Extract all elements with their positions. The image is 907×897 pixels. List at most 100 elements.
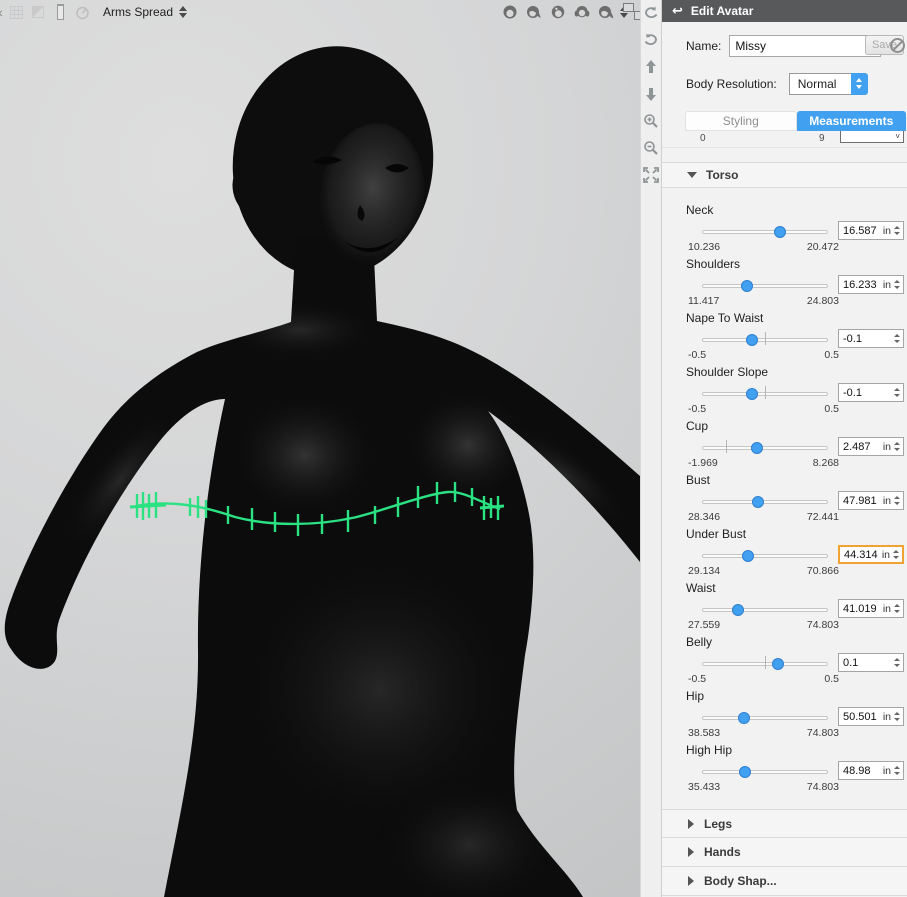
slider-track[interactable]	[702, 603, 828, 616]
clipped-dropdown[interactable]: ˅	[840, 131, 904, 143]
slider-thumb[interactable]	[739, 766, 751, 778]
slider-max-label: 0.5	[824, 403, 839, 415]
slider-label: Nape To Waist	[686, 311, 763, 325]
spinbox-unit: in	[883, 711, 891, 723]
slider-track[interactable]	[702, 711, 828, 724]
section-header-torso[interactable]: Torso	[662, 162, 907, 188]
spinbox-stepper-icon[interactable]	[894, 496, 900, 505]
pose-selector[interactable]: Arms Spread	[103, 5, 187, 19]
slider-max-label: 72.441	[807, 511, 839, 523]
value-spinbox[interactable]: 44.314 in	[838, 545, 904, 564]
gauge-icon[interactable]	[71, 1, 93, 23]
grid-icon[interactable]	[5, 1, 27, 23]
avatar-style-4-icon[interactable]	[570, 1, 594, 23]
slider-max-label: 0.5	[824, 349, 839, 361]
value-spinbox[interactable]: 50.501 in	[838, 707, 904, 726]
pan-up-icon[interactable]	[642, 58, 660, 76]
avatar-style-3-icon[interactable]	[546, 1, 570, 23]
slider-thumb[interactable]	[751, 442, 763, 454]
value-spinbox[interactable]: 16.587 in	[838, 221, 904, 240]
slider-track[interactable]	[702, 657, 828, 670]
avatar-selector-icon[interactable]	[594, 1, 618, 23]
spinbox-stepper-icon[interactable]	[894, 712, 900, 721]
ruler-icon[interactable]	[49, 1, 71, 23]
body-resolution-select[interactable]: Normal	[789, 73, 868, 95]
slider-thumb[interactable]	[732, 604, 744, 616]
spinbox-unit: in	[883, 765, 891, 777]
value-spinbox[interactable]: -0.1	[838, 329, 904, 348]
section-header-legs[interactable]: Legs	[662, 809, 907, 838]
pan-down-icon[interactable]	[642, 85, 660, 103]
cascade-windows-icon[interactable]	[630, 3, 640, 21]
3d-viewport[interactable]: « Arms Spread	[0, 0, 640, 897]
orbit-forward-icon[interactable]	[642, 31, 660, 49]
slider-track[interactable]	[702, 765, 828, 778]
pose-stepper-icon[interactable]	[179, 6, 187, 18]
slider-thumb[interactable]	[742, 550, 754, 562]
slider-track[interactable]	[702, 387, 828, 400]
spinbox-value: -0.1	[839, 333, 891, 345]
measurement-slider: Shoulders 11.417 24.803 16.233 in	[662, 255, 907, 309]
spinbox-stepper-icon[interactable]	[894, 766, 900, 775]
section-label: Body Shap...	[704, 874, 777, 888]
slider-track[interactable]	[702, 333, 828, 346]
name-input[interactable]	[729, 35, 881, 57]
spinbox-stepper-icon[interactable]	[894, 442, 900, 451]
spinbox-stepper-icon[interactable]	[894, 226, 900, 235]
slider-thumb[interactable]	[772, 658, 784, 670]
slider-thumb[interactable]	[746, 388, 758, 400]
value-spinbox[interactable]: -0.1	[838, 383, 904, 402]
section-header-bodyshap[interactable]: Body Shap...	[662, 867, 907, 896]
name-row: Name: Save	[686, 34, 903, 57]
viewport-toolbar: « Arms Spread	[0, 0, 640, 24]
spinbox-value: 50.501	[839, 711, 883, 723]
spinbox-stepper-icon[interactable]	[893, 550, 899, 559]
avatar-editor-window: « Arms Spread	[0, 0, 907, 897]
slider-thumb[interactable]	[752, 496, 764, 508]
slider-track[interactable]	[702, 441, 828, 454]
avatar-style-1-icon[interactable]	[498, 1, 522, 23]
zoom-out-icon[interactable]	[642, 139, 660, 157]
back-icon[interactable]: ↩	[672, 3, 683, 19]
body-resolution-stepper-icon[interactable]	[851, 73, 868, 95]
clipped-min-label: 0	[700, 133, 706, 144]
measurement-slider: High Hip 35.433 74.803 48.98 in	[662, 741, 907, 795]
slider-thumb[interactable]	[746, 334, 758, 346]
slider-label: Hip	[686, 689, 704, 703]
spinbox-stepper-icon[interactable]	[894, 604, 900, 613]
snap-plane-icon[interactable]	[27, 1, 49, 23]
spinbox-value: 44.314	[840, 549, 882, 561]
spinbox-stepper-icon[interactable]	[894, 280, 900, 289]
value-spinbox[interactable]: 16.233 in	[838, 275, 904, 294]
zoom-fit-icon[interactable]	[642, 166, 660, 184]
slider-label: High Hip	[686, 743, 732, 757]
value-spinbox[interactable]: 47.981 in	[838, 491, 904, 510]
value-spinbox[interactable]: 2.487 in	[838, 437, 904, 456]
section-header-hands[interactable]: Hands	[662, 838, 907, 867]
slider-thumb[interactable]	[738, 712, 750, 724]
orbit-back-icon[interactable]	[642, 4, 660, 22]
spinbox-stepper-icon[interactable]	[894, 334, 900, 343]
panel-tabs: Styling Measurements	[685, 111, 906, 131]
tab-measurements[interactable]: Measurements	[797, 111, 907, 131]
slider-min-label: 10.236	[688, 241, 720, 253]
measurement-slider: Shoulder Slope -0.5 0.5 -0.1	[662, 363, 907, 417]
spinbox-stepper-icon[interactable]	[894, 388, 900, 397]
slider-thumb[interactable]	[774, 226, 786, 238]
value-spinbox[interactable]: 41.019 in	[838, 599, 904, 618]
slider-track[interactable]	[702, 225, 828, 238]
avatar-style-2-icon[interactable]	[522, 1, 546, 23]
slider-track[interactable]	[702, 279, 828, 292]
slider-track[interactable]	[702, 549, 828, 562]
slider-thumb[interactable]	[741, 280, 753, 292]
measurement-slider: Hip 38.583 74.803 50.501 in	[662, 687, 907, 741]
value-spinbox[interactable]: 48.98 in	[838, 761, 904, 780]
zoom-in-icon[interactable]	[642, 112, 660, 130]
spinbox-stepper-icon[interactable]	[894, 658, 900, 667]
tab-styling[interactable]: Styling	[685, 111, 797, 131]
slider-track[interactable]	[702, 495, 828, 508]
value-spinbox[interactable]: 0.1	[838, 653, 904, 672]
slider-label: Shoulders	[686, 257, 740, 271]
slider-default-tick	[765, 656, 766, 669]
measurement-slider: Under Bust 29.134 70.866 44.314 in	[662, 525, 907, 579]
